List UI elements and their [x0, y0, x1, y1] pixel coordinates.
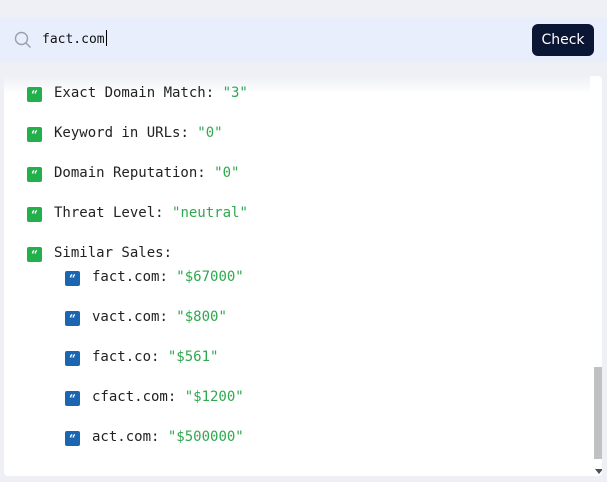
quote-icon: “: [65, 351, 80, 366]
result-value: "neutral": [172, 205, 248, 221]
key-separator: :: [180, 125, 198, 141]
quote-icon: “: [27, 207, 42, 222]
key-separator: :: [155, 205, 173, 221]
quote-icon: “: [65, 431, 80, 446]
key-separator: :: [197, 165, 215, 181]
colon: :: [163, 245, 173, 261]
text-caret: [105, 30, 107, 46]
quote-icon: “: [65, 311, 80, 326]
scrollbar-thumb[interactable]: [594, 367, 602, 459]
sale-domain: vact.com: [92, 309, 160, 325]
key-separator: :: [167, 389, 185, 405]
similar-sale-row: “ fact.co: "$561": [65, 347, 218, 367]
sale-domain: fact.co: [92, 349, 152, 365]
scroll-down-icon[interactable]: [595, 469, 602, 474]
similar-sale-row: “ cfact.com: "$1200": [65, 387, 244, 407]
quote-icon: “: [27, 87, 42, 102]
sale-domain: cfact.com: [92, 389, 168, 405]
check-button[interactable]: Check: [532, 24, 594, 56]
result-key: Exact Domain Match: [54, 85, 206, 101]
result-value: "0": [197, 125, 223, 141]
result-row: “ Exact Domain Match: "3": [27, 83, 248, 103]
search-icon: [14, 31, 32, 49]
quote-icon: “: [65, 271, 80, 286]
result-row: “ Keyword in URLs: "0": [27, 123, 223, 143]
sale-domain: fact.com: [92, 269, 160, 285]
results-panel: “ Exact Domain Match: "3" “ Keyword in URL…: [4, 76, 602, 476]
sale-domain: act.com: [92, 429, 152, 445]
vertical-scrollbar[interactable]: [592, 76, 602, 476]
similar-sale-row: “ vact.com: "$800": [65, 307, 227, 327]
result-value: "0": [214, 165, 240, 181]
key-separator: :: [205, 85, 223, 101]
sale-price: "$1200": [184, 389, 244, 405]
quote-icon: “: [27, 127, 42, 142]
result-key: Domain Reputation: [54, 165, 198, 181]
result-row-similar-sales: “ Similar Sales:: [27, 243, 172, 263]
similar-sale-row: “ act.com: "$500000": [65, 427, 244, 447]
quote-icon: “: [27, 167, 42, 182]
result-key: Similar Sales: [54, 245, 164, 261]
key-separator: :: [159, 269, 177, 285]
sale-price: "$561": [167, 349, 219, 365]
result-row: “ Domain Reputation: "0": [27, 163, 239, 183]
similar-sale-row: “ fact.com: "$67000": [65, 267, 244, 287]
search-bar: fact.com Check: [0, 18, 607, 62]
search-input-value: fact.com: [42, 32, 105, 47]
result-row: “ Threat Level: "neutral": [27, 203, 248, 223]
result-key: Keyword in URLs: [54, 125, 181, 141]
key-separator: :: [151, 429, 168, 445]
quote-icon: “: [65, 391, 80, 406]
result-value: "3": [222, 85, 248, 101]
search-input[interactable]: fact.com: [42, 28, 512, 52]
key-separator: :: [159, 309, 177, 325]
result-key: Threat Level: [54, 205, 156, 221]
sale-price: "$67000": [176, 269, 244, 285]
quote-icon: “: [27, 247, 42, 262]
key-separator: :: [151, 349, 168, 365]
sale-price: "$800": [176, 309, 227, 325]
sale-price: "$500000": [167, 429, 244, 445]
